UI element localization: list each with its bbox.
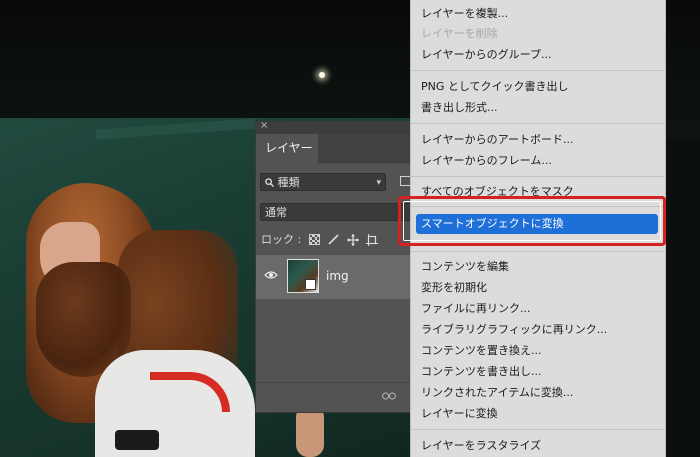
menu-separator — [411, 251, 665, 252]
menu-item-relink-to-library-graphic[interactable]: ライブラリグラフィックに再リンク... — [421, 321, 607, 339]
menu-item-edit-contents[interactable]: コンテンツを編集 — [421, 258, 509, 276]
menu-item-artboard-from-layers[interactable]: レイヤーからのアートボード... — [421, 131, 574, 149]
menu-item-convert-to-linked[interactable]: リンクされたアイテムに変換... — [421, 384, 573, 402]
lock-transparent-pixels-icon[interactable] — [309, 233, 321, 245]
menu-item-duplicate-layer[interactable]: レイヤーを複製... — [421, 5, 508, 23]
annotation-highlight-inner — [403, 201, 661, 241]
menu-item-replace-contents[interactable]: コンテンツを置き換え... — [421, 342, 542, 360]
search-icon — [265, 178, 275, 188]
layer-name[interactable]: img — [326, 269, 349, 283]
chevron-down-icon: ▾ — [376, 178, 381, 188]
layer-row[interactable]: img — [256, 255, 416, 299]
menu-item-quick-export-png[interactable]: PNG としてクイック書き出し — [421, 78, 569, 96]
link-layers-icon[interactable] — [382, 389, 397, 404]
lock-label: ロック : — [261, 233, 302, 246]
lock-row: ロック : — [261, 231, 379, 247]
lock-image-pixels-icon[interactable] — [328, 233, 339, 245]
panel-titlebar: × — [256, 120, 416, 134]
menu-item-export-contents[interactable]: コンテンツを書き出し... — [421, 363, 542, 381]
menu-item-delete-layer[interactable]: レイヤーを削除 — [421, 25, 498, 43]
filter-kind-select[interactable]: 種類 ▾ — [260, 173, 386, 191]
blend-mode-select[interactable]: 通常 — [260, 203, 416, 221]
lock-position-icon[interactable] — [347, 233, 360, 246]
visibility-eye-icon[interactable] — [264, 269, 278, 284]
menu-separator — [411, 123, 665, 124]
menu-separator — [411, 70, 665, 71]
panel-tabbar: レイヤー — [256, 134, 416, 163]
menu-item-frame-from-layers[interactable]: レイヤーからのフレーム... — [421, 152, 552, 170]
menu-item-group-from-layers[interactable]: レイヤーからのグループ... — [421, 46, 552, 64]
lock-artboard-icon[interactable] — [366, 233, 379, 246]
shirt-print — [115, 430, 159, 450]
tab-layers[interactable]: レイヤー — [256, 134, 318, 163]
menu-separator — [411, 429, 665, 430]
panel-footer — [256, 382, 416, 411]
ceiling-light — [319, 72, 325, 78]
close-icon[interactable]: × — [260, 120, 268, 131]
smart-object-badge-icon — [305, 279, 316, 290]
menu-separator — [411, 176, 665, 177]
layers-panel: × レイヤー 種類 ▾ 通常 ロック : img — [255, 120, 417, 413]
menu-item-relink-to-file[interactable]: ファイルに再リンク... — [421, 300, 531, 318]
menu-item-convert-to-layers[interactable]: レイヤーに変換 — [421, 405, 498, 423]
menu-item-export-as[interactable]: 書き出し形式... — [421, 99, 498, 117]
filter-label: 種類 — [277, 176, 300, 189]
menu-item-reset-transform[interactable]: 変形を初期化 — [421, 279, 487, 297]
menu-item-rasterize-layer[interactable]: レイヤーをラスタライズ — [421, 437, 541, 455]
